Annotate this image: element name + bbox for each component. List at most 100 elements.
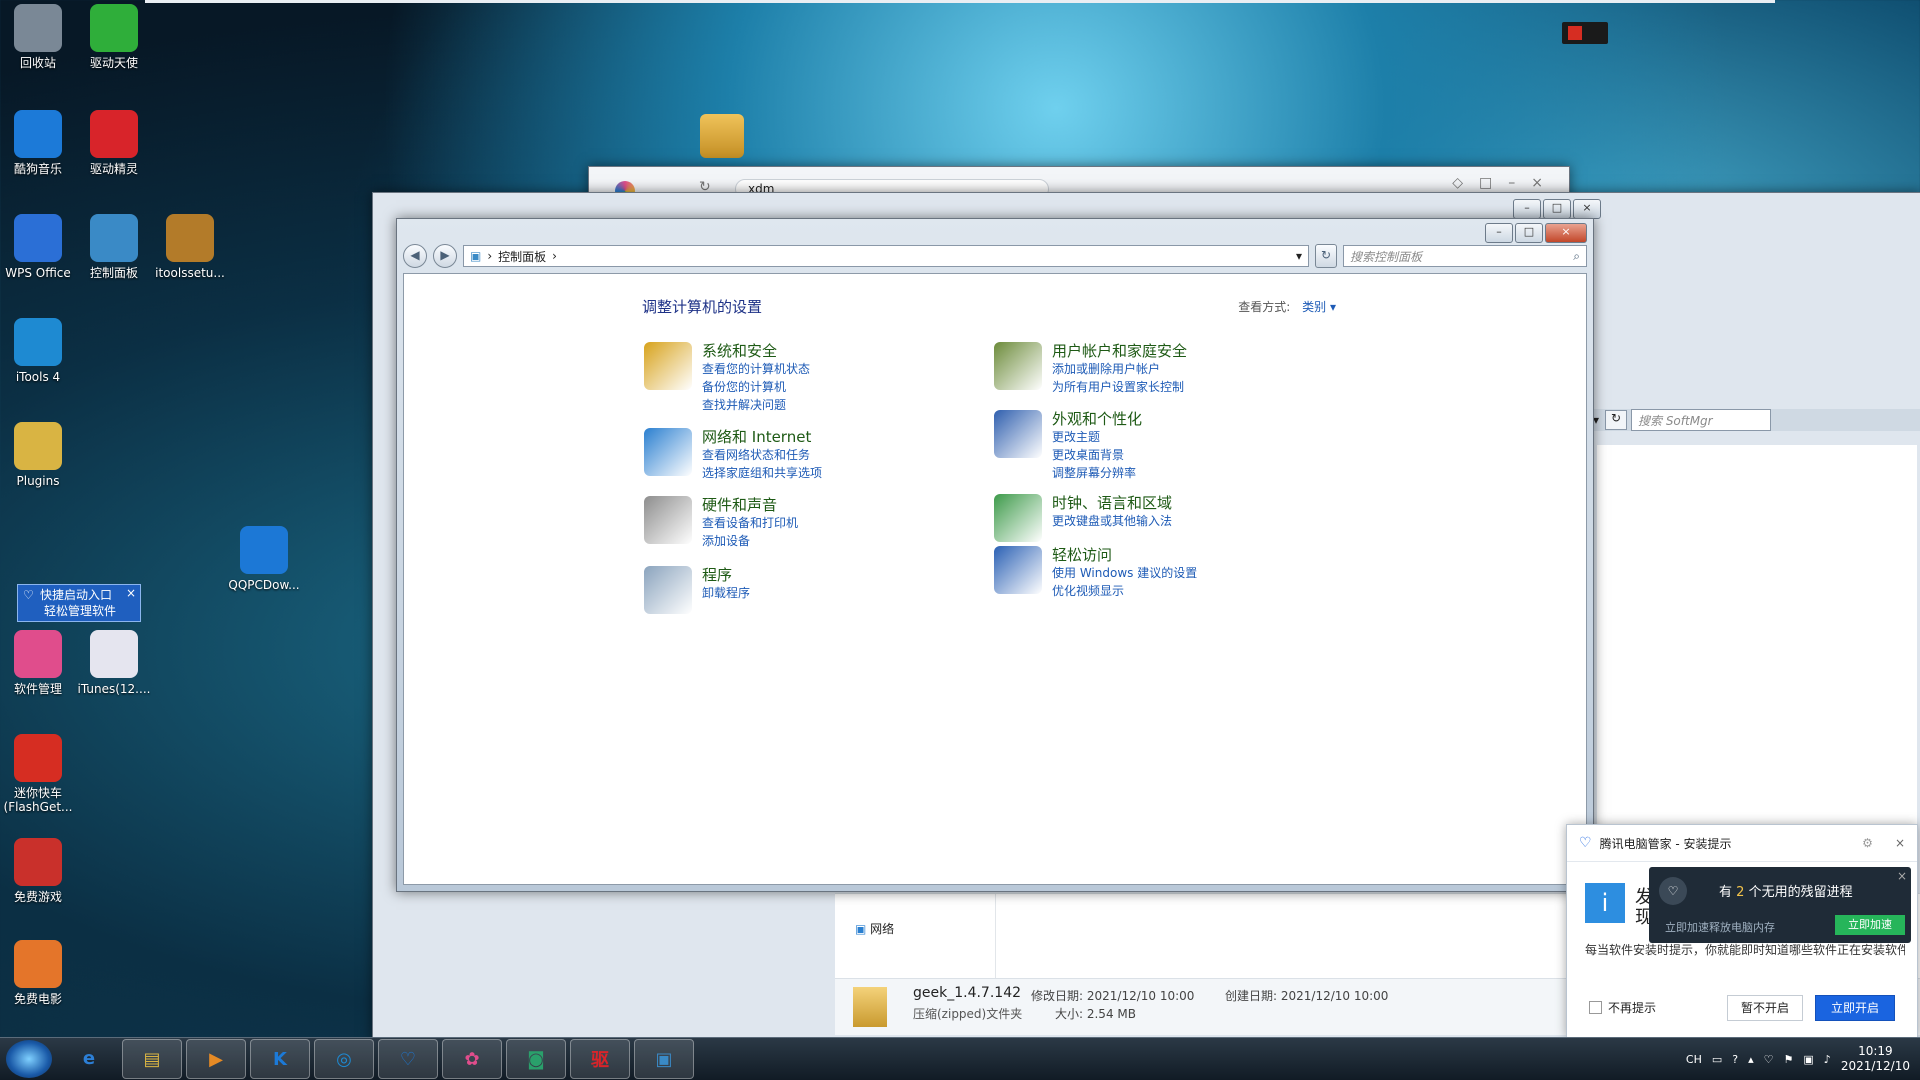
category-title[interactable]: 网络和 Internet (702, 428, 822, 446)
residual-process-tip[interactable]: ♡ 有 2 个无用的残留进程 × 立即加速释放电脑内存 立即加速 (1649, 867, 1911, 943)
desktop-icon[interactable]: iTunes(12.... (76, 630, 152, 696)
taskbar-item[interactable]: ♡ (378, 1039, 438, 1079)
control-panel-search-input[interactable]: 搜索控制面板 ⌕ (1343, 245, 1587, 267)
no-more-checkbox[interactable]: 不再提示 (1589, 999, 1656, 1016)
desktop-icon[interactable]: 酷狗音乐 (0, 110, 76, 176)
control-panel-window[interactable]: – □ × ◀ ▶ ▣ › 控制面板 › ▾ ↻ 搜索控制面板 ⌕ 调整计算机的… (396, 218, 1594, 892)
taskbar-item[interactable]: ▣ (634, 1039, 694, 1079)
tencent-install-popup[interactable]: ♡ 腾讯电脑管家 - 安装提示 ⚙ × i 发 现 每当软件安装时提示，你就能即… (1566, 824, 1918, 1038)
taskbar-item[interactable]: ◙ (506, 1039, 566, 1079)
taskbar-item[interactable]: ◎ (314, 1039, 374, 1079)
qqpc-tray-icon[interactable]: ♡ (1764, 1053, 1774, 1066)
close-icon[interactable]: × (126, 586, 136, 600)
category-link[interactable]: 为所有用户设置家长控制 (1052, 378, 1187, 396)
category-link[interactable]: 更改主题 (1052, 428, 1142, 446)
category-link[interactable]: 添加设备 (702, 532, 798, 550)
view-by[interactable]: 查看方式: 类别 ▾ (1238, 298, 1336, 315)
category-link[interactable]: 选择家庭组和共享选项 (702, 464, 822, 482)
category-title[interactable]: 系统和安全 (702, 342, 810, 360)
close-button[interactable]: × (1545, 223, 1587, 243)
category-title[interactable]: 轻松访问 (1052, 546, 1197, 564)
softmgr-search-input[interactable]: 搜索 SoftMgr (1631, 409, 1771, 431)
category-link[interactable]: 查看网络状态和任务 (702, 446, 822, 464)
chevron-down-icon[interactable]: ▾ (1296, 249, 1302, 263)
desktop-icon[interactable]: 驱动精灵 (76, 110, 152, 176)
address-bar[interactable]: ▣ › 控制面板 › ▾ (463, 245, 1309, 267)
volume-icon[interactable]: ♪ (1824, 1053, 1831, 1066)
desktop-quick-launch-tip[interactable]: 快捷启动入口 轻松管理软件 ♡ × (17, 584, 141, 622)
taskbar-item[interactable]: ✿ (442, 1039, 502, 1079)
speed-up-button[interactable]: 立即加速 (1835, 915, 1905, 935)
keyboard-icon[interactable]: ▭ (1712, 1053, 1722, 1066)
monitor-icon[interactable] (994, 410, 1042, 458)
globe-clock-icon[interactable] (994, 494, 1042, 542)
category-link[interactable]: 查看设备和打印机 (702, 514, 798, 532)
category-link[interactable]: 更改键盘或其他输入法 (1052, 512, 1172, 530)
category-title[interactable]: 外观和个性化 (1052, 410, 1142, 428)
desktop-icon[interactable]: 控制面板 (76, 214, 152, 280)
users-icon[interactable] (994, 342, 1042, 390)
taskbar-item[interactable]: K (250, 1039, 310, 1079)
desktop-icon[interactable]: itoolssetu... (152, 214, 228, 280)
category-link[interactable]: 卸载程序 (702, 584, 750, 602)
category-link[interactable]: 优化视频显示 (1052, 582, 1197, 600)
help-icon[interactable]: ? (1732, 1053, 1738, 1066)
desktop-icon[interactable]: Plugins (0, 422, 76, 488)
tray-expand-icon[interactable]: ▴ (1748, 1053, 1754, 1066)
forward-button[interactable]: ▶ (433, 244, 457, 268)
network-tray-icon[interactable]: ▣ (1803, 1053, 1813, 1066)
category-title[interactable]: 用户帐户和家庭安全 (1052, 342, 1187, 360)
desktop-icon[interactable]: 驱动天使 (76, 4, 152, 70)
nav-item-network[interactable]: ▣ 网络 (855, 920, 894, 937)
category-link[interactable]: 更改桌面背景 (1052, 446, 1142, 464)
category-link[interactable]: 调整屏幕分辨率 (1052, 464, 1142, 482)
mini-app-tray[interactable] (1562, 22, 1608, 44)
clock[interactable]: 10:19 2021/12/10 (1841, 1044, 1910, 1074)
breadcrumb[interactable]: 控制面板 (498, 248, 546, 265)
desktop-icon[interactable]: iTools 4 (0, 318, 76, 384)
programs-icon[interactable] (644, 566, 692, 614)
archive-icon[interactable] (700, 114, 744, 158)
accessibility-icon[interactable] (994, 546, 1042, 594)
category-title[interactable]: 硬件和声音 (702, 496, 798, 514)
minimize-button[interactable]: – (1513, 199, 1541, 219)
desktop-icon[interactable]: 软件管理 (0, 630, 76, 696)
category-link[interactable]: 查找并解决问题 (702, 396, 810, 414)
minimize-button[interactable]: – (1485, 223, 1513, 243)
category-link[interactable]: 查看您的计算机状态 (702, 360, 810, 378)
category-title[interactable]: 程序 (702, 566, 750, 584)
desktop-icon[interactable]: 迷你快车 (FlashGet... (0, 734, 76, 814)
desktop-icon[interactable]: WPS Office (0, 214, 76, 280)
taskbar-item[interactable]: 驱 (570, 1039, 630, 1079)
desktop-icon[interactable]: 免费游戏 (0, 838, 76, 904)
desktop-icon[interactable]: 回收站 (0, 4, 76, 70)
close-icon[interactable]: × (1897, 869, 1907, 883)
refresh-icon[interactable]: ↻ (1605, 410, 1627, 430)
start-button[interactable] (6, 1040, 52, 1078)
shield-icon[interactable] (644, 342, 692, 390)
category-link[interactable]: 使用 Windows 建议的设置 (1052, 564, 1197, 582)
enable-button[interactable]: 立即开启 (1815, 995, 1895, 1021)
dropdown-icon[interactable]: ▾ (1593, 413, 1601, 427)
taskbar-item[interactable]: ▤ (122, 1039, 182, 1079)
browser-window-controls[interactable]: ◇□–× (1452, 175, 1559, 191)
ime-indicator[interactable]: CH (1686, 1053, 1702, 1066)
refresh-button[interactable]: ↻ (1315, 244, 1337, 268)
maximize-button[interactable]: □ (1515, 223, 1543, 243)
back-button[interactable]: ◀ (403, 244, 427, 268)
category-title[interactable]: 时钟、语言和区域 (1052, 494, 1172, 512)
printer-icon[interactable] (644, 496, 692, 544)
category-link[interactable]: 添加或删除用户帐户 (1052, 360, 1187, 378)
desktop-icon[interactable]: 免费电影 (0, 940, 76, 1006)
close-button[interactable]: × (1573, 199, 1601, 219)
network-icon[interactable] (644, 428, 692, 476)
view-by-value[interactable]: 类别 (1302, 300, 1326, 314)
taskbar-item[interactable]: e (60, 1039, 118, 1077)
action-center-icon[interactable]: ⚑ (1784, 1053, 1794, 1066)
taskbar-item[interactable]: ▶ (186, 1039, 246, 1079)
desktop-icon[interactable]: QQPCDow... (226, 526, 302, 592)
later-button[interactable]: 暂不开启 (1727, 995, 1803, 1021)
close-icon[interactable]: × (1895, 836, 1905, 850)
settings-icon[interactable]: ⚙ (1862, 836, 1873, 850)
category-link[interactable]: 备份您的计算机 (702, 378, 810, 396)
